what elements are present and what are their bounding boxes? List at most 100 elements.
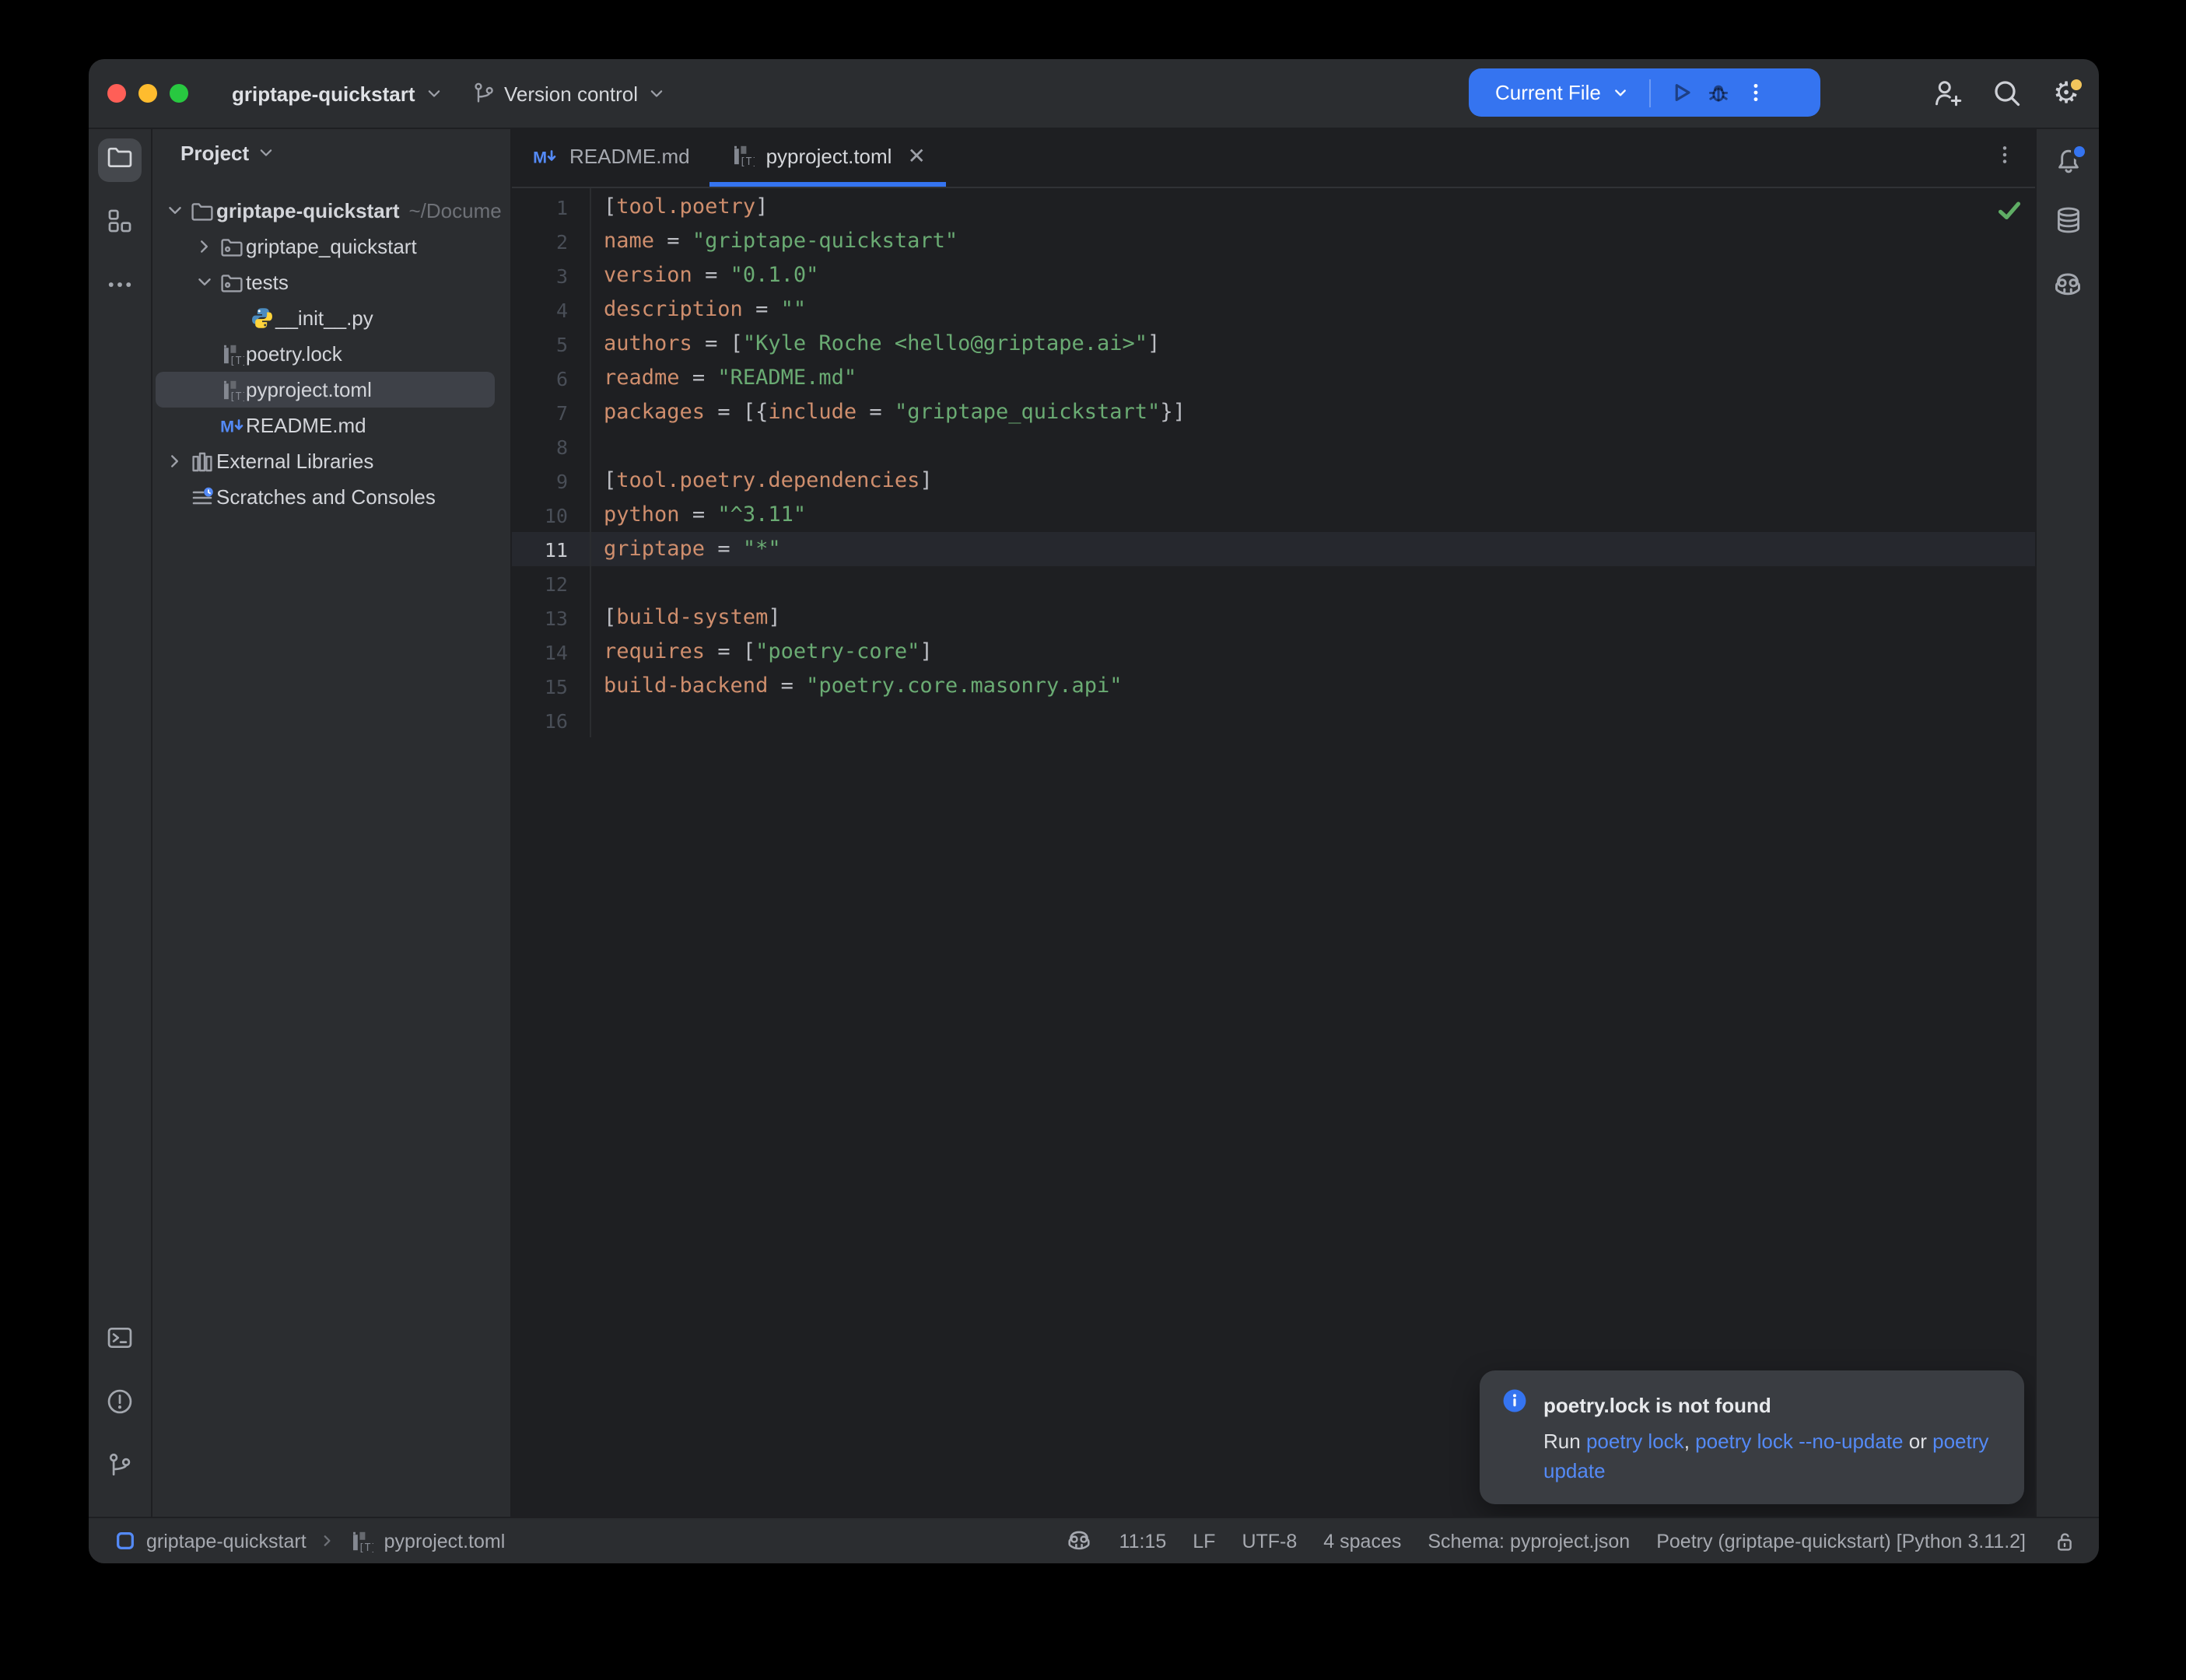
status-item-poetry-griptape-quickstart-python-3-11-2[interactable]: Poetry (griptape-quickstart) [Python 3.1… [1656, 1530, 2026, 1552]
code-line-3[interactable]: 3version = "0.1.0" [512, 258, 2035, 292]
breadcrumb-file[interactable]: pyproject.toml [384, 1530, 506, 1552]
notification-text: , [1684, 1430, 1695, 1453]
tree-item-label: Scratches and Consoles [216, 485, 436, 509]
code-line-8[interactable]: 8 [512, 429, 2035, 464]
zoom-window-button[interactable] [170, 84, 188, 103]
notification-link-poetry-lock-no-update[interactable]: poetry lock --no-update [1695, 1430, 1903, 1453]
code-line-7[interactable]: 7packages = [{include = "griptape_quicks… [512, 395, 2035, 429]
more-actions-button[interactable] [1738, 74, 1775, 111]
notification-body: Run poetry lock, poetry lock --no-update… [1543, 1426, 2004, 1486]
more-tool-windows-button[interactable] [98, 266, 142, 310]
line-number: 15 [512, 674, 568, 698]
chevron-down-icon[interactable] [162, 199, 188, 222]
project-switcher[interactable]: griptape-quickstart [232, 82, 445, 105]
tab-options-kebab-icon[interactable] [1993, 142, 2016, 173]
tree-item-griptape-quickstart[interactable]: griptape_quickstart [152, 229, 510, 264]
run-button[interactable] [1663, 74, 1701, 111]
code-line-13[interactable]: 13[build-system] [512, 600, 2035, 635]
close-window-button[interactable] [107, 84, 126, 103]
inspections-ok-check-icon[interactable] [1996, 198, 2023, 232]
problems-icon [106, 1387, 134, 1423]
vcs-widget[interactable]: Version control [471, 81, 667, 106]
copilot-status-icon[interactable] [1067, 1528, 1093, 1554]
project-panel: Project griptape-quickstart~/Documegript… [152, 129, 512, 1517]
chevron-down-icon [646, 82, 667, 104]
tree-item-poetry-lock[interactable]: [T]poetry.lock [152, 336, 510, 372]
project-tree: griptape-quickstart~/Documegriptape_quic… [152, 193, 510, 515]
tab-readme-md[interactable]: M README.md [512, 129, 710, 187]
settings-gear-icon[interactable]: ⚙ [2046, 73, 2086, 114]
chevron-right-icon[interactable] [191, 235, 218, 258]
code-line-6[interactable]: 6readme = "README.md" [512, 361, 2035, 395]
code-line-16[interactable]: 16 [512, 703, 2035, 737]
breadcrumb-project[interactable]: griptape-quickstart [146, 1530, 307, 1552]
svg-text:[T]: [T] [229, 390, 244, 402]
tree-item-external-libraries[interactable]: External Libraries [152, 443, 510, 479]
line-number: 14 [512, 640, 568, 663]
status-item-schema-pyproject-json[interactable]: Schema: pyproject.json [1428, 1530, 1630, 1552]
markdown-icon: M [218, 414, 246, 437]
divider [1649, 79, 1651, 107]
svg-text:M: M [533, 146, 547, 166]
tree-item-scratches-and-consoles[interactable]: Scratches and Consoles [152, 479, 510, 515]
code-line-5[interactable]: 5authors = ["Kyle Roche <hello@griptape.… [512, 327, 2035, 361]
code-line-9[interactable]: 9[tool.poetry.dependencies] [512, 464, 2035, 498]
code-line-10[interactable]: 10python = "^3.11" [512, 498, 2035, 532]
notifications-tool-button[interactable] [2046, 138, 2090, 182]
status-item-lf[interactable]: LF [1193, 1530, 1215, 1552]
add-user-icon[interactable] [1928, 73, 1968, 114]
toml-file-icon: [T] [349, 1528, 373, 1553]
structure-tool-button[interactable] [98, 202, 142, 246]
run-config-selector[interactable]: Current File [1495, 81, 1601, 104]
tree-item-griptape-quickstart[interactable]: griptape-quickstart~/Docume [152, 193, 510, 229]
notification-balloon: poetry.lock is not found Run poetry lock… [1480, 1370, 2024, 1504]
code-line-11[interactable]: 11griptape = "*" [512, 532, 2035, 566]
tab-pyproject-toml[interactable]: [T]pyproject.toml✕ [710, 129, 946, 187]
editor-area: M README.md [T]pyproject.toml✕ 1[tool.poet… [512, 129, 2035, 1517]
tree-item-readme-md[interactable]: M README.md [152, 408, 510, 443]
editor-tab-bar: M README.md [T]pyproject.toml✕ [512, 129, 2035, 188]
code-line-15[interactable]: 15build-backend = "poetry.core.masonry.a… [512, 669, 2035, 703]
traffic-lights [89, 84, 188, 103]
status-item-11-15[interactable]: 11:15 [1119, 1530, 1167, 1552]
project-panel-header[interactable]: Project [152, 129, 510, 176]
svg-text:[T]: [T] [229, 355, 244, 366]
status-item-utf-8[interactable]: UTF-8 [1242, 1530, 1297, 1552]
tree-item-label: README.md [246, 414, 366, 437]
chevron-down-icon[interactable] [191, 271, 218, 294]
copilot-tool-button[interactable] [2046, 266, 2090, 310]
markdown-icon: M [532, 144, 559, 167]
tab-label: README.md [569, 144, 690, 167]
lock-open-icon[interactable] [2052, 1528, 2077, 1553]
search-icon[interactable] [1987, 73, 2027, 114]
svg-text:M: M [219, 416, 233, 436]
structure-icon [106, 206, 134, 242]
code-line-2[interactable]: 2name = "griptape-quickstart" [512, 224, 2035, 258]
project-tool-button[interactable] [98, 138, 142, 182]
terminal-tool-button[interactable] [98, 1319, 142, 1363]
minimize-window-button[interactable] [138, 84, 157, 103]
tree-item-pyproject-toml[interactable]: [T]pyproject.toml [152, 372, 510, 408]
line-content: python = "^3.11" [568, 502, 806, 527]
tree-item-tests[interactable]: tests [152, 264, 510, 300]
settings-update-badge [2068, 76, 2085, 93]
problems-tool-button[interactable] [98, 1383, 142, 1426]
git-branch-icon [471, 81, 496, 106]
toml-icon: [T] [730, 143, 755, 168]
chevron-down-icon[interactable] [1610, 82, 1631, 103]
debug-button[interactable] [1701, 74, 1738, 111]
chevron-right-icon[interactable] [162, 450, 188, 473]
version-control-tool-button[interactable] [98, 1447, 142, 1490]
line-content: [tool.poetry.dependencies] [568, 468, 933, 493]
tree-item-label: External Libraries [216, 450, 373, 473]
code-line-14[interactable]: 14requires = ["poetry-core"] [512, 635, 2035, 669]
notification-link-poetry-lock[interactable]: poetry lock [1586, 1430, 1684, 1453]
line-number: 12 [512, 572, 568, 595]
database-tool-button[interactable] [2046, 202, 2090, 246]
code-line-4[interactable]: 4description = "" [512, 292, 2035, 327]
code-line-12[interactable]: 12 [512, 566, 2035, 600]
status-item-4-spaces[interactable]: 4 spaces [1323, 1530, 1401, 1552]
code-line-1[interactable]: 1[tool.poetry] [512, 190, 2035, 224]
close-tab-icon[interactable]: ✕ [907, 145, 925, 166]
tree-item-init-py[interactable]: __init__.py [152, 300, 510, 336]
